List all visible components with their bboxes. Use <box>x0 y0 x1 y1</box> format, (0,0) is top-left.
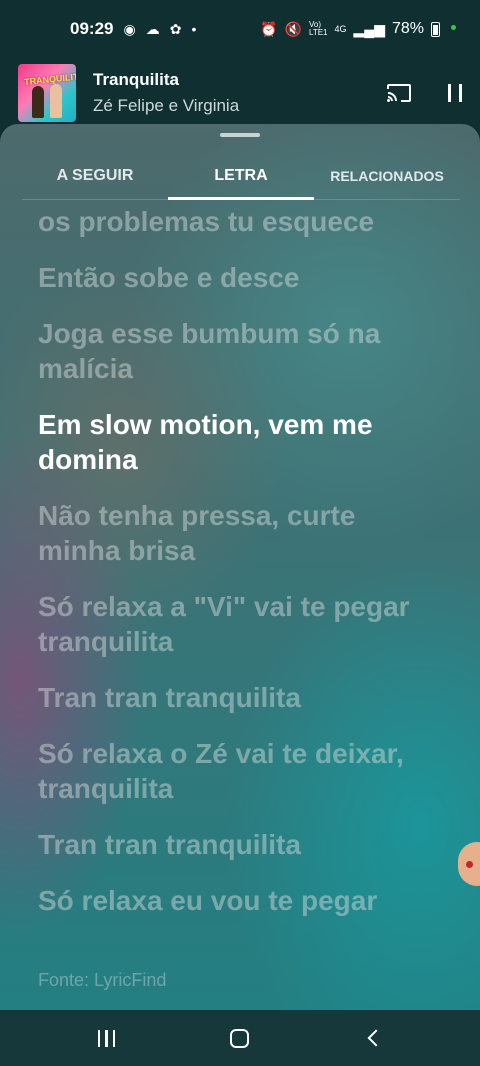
status-time: 09:29 <box>70 19 114 38</box>
recent-apps-button[interactable] <box>77 1018 137 1058</box>
dot-icon: • <box>191 21 197 37</box>
lyric-line: Não tenha pressa, curte minha brisa <box>38 500 356 566</box>
lyric-line: Tran tran tranquilita <box>38 682 301 713</box>
status-left: 09:29 ◉ ☁ ✿ • <box>70 19 196 39</box>
volte-label: Vo) LTE1 <box>308 20 328 37</box>
drag-handle[interactable] <box>220 133 260 137</box>
back-icon <box>367 1029 385 1047</box>
lyric-line: Tran tran tranquilita <box>38 829 301 860</box>
home-icon <box>230 1028 250 1048</box>
lyric-line: Só relaxa eu vou te pegar <box>38 885 378 916</box>
status-bar: 09:29 ◉ ☁ ✿ • ⏰ 🔇 Vo) LTE1 4G ▂▄▆ 78% <box>0 0 480 58</box>
tab-related[interactable]: RELACIONADOS <box>314 152 460 199</box>
album-art-figure <box>32 86 44 118</box>
mini-controls <box>386 83 462 103</box>
lyric-line: os problemas tu esquece <box>38 206 375 237</box>
battery-icon <box>431 21 440 37</box>
lyric-line: Só relaxa o Zé vai te deixar, tranquilit… <box>38 738 404 804</box>
tab-up-next[interactable]: A SEGUIR <box>22 152 168 199</box>
alarm-icon: ⏰ <box>260 21 278 37</box>
lyrics-source: Fonte: LyricFind <box>38 970 167 990</box>
tab-lyrics[interactable]: LETRA <box>168 152 314 200</box>
back-button[interactable] <box>343 1018 403 1058</box>
track-artist: Zé Felipe e Virginia <box>93 96 240 115</box>
lyrics-sheet: A SEGUIR LETRA RELACIONADOS os problemas… <box>0 124 480 1014</box>
net-type-label: 4G <box>334 24 347 34</box>
privacy-dot-icon <box>451 25 456 30</box>
tabs: A SEGUIR LETRA RELACIONADOS <box>22 152 460 200</box>
lyric-line: Então sobe e desce <box>38 262 300 293</box>
battery-percent: 78% <box>391 20 424 37</box>
navigation-bar <box>0 1010 480 1066</box>
lyric-line: Só relaxa a "Vi" vai te pegar tranquilit… <box>38 591 410 657</box>
album-art-figure <box>50 84 62 118</box>
cast-icon[interactable] <box>386 83 412 103</box>
app-notification-icon: ◉ <box>123 21 136 37</box>
status-right: ⏰ 🔇 Vo) LTE1 4G ▂▄▆ 78% <box>260 20 456 38</box>
pause-icon[interactable] <box>448 84 462 102</box>
track-title: Tranquilita <box>93 70 179 89</box>
floating-bubble[interactable] <box>458 842 480 886</box>
mini-player[interactable]: TRANQUILITA Tranquilita Zé Felipe e Virg… <box>0 58 480 128</box>
album-art[interactable]: TRANQUILITA <box>18 64 76 122</box>
cloud-icon: ☁ <box>145 21 160 37</box>
lyric-line: Joga esse bumbum só na malícia <box>38 318 381 384</box>
track-info[interactable]: Tranquilita Zé Felipe e Virginia <box>93 70 239 116</box>
fan-icon: ✿ <box>169 21 182 37</box>
album-art-text: TRANQUILITA <box>23 70 76 88</box>
lyrics-list: os problemas tu esquece Então sobe e des… <box>38 206 438 939</box>
recent-apps-icon <box>97 1029 116 1047</box>
signal-icon: ▂▄▆ <box>353 21 385 37</box>
mute-icon: 🔇 <box>284 21 302 37</box>
lyric-line-current: Em slow motion, vem me domina <box>38 409 373 475</box>
home-button[interactable] <box>210 1018 270 1058</box>
